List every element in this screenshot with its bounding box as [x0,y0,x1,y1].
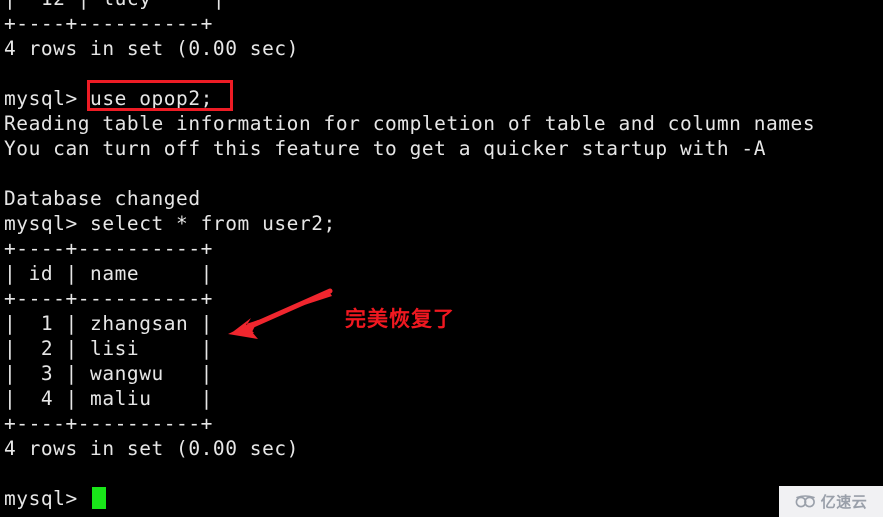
terminal-line: +----+----------+ [4,12,213,35]
terminal-line: 4 rows in set (0.00 sec) [4,37,299,60]
annotation-note-text: 完美恢复了 [345,307,455,331]
terminal-screen: | 12 | lucy | +----+----------+ 4 rows i… [4,0,883,511]
terminal-line-database-changed: Database changed [4,187,201,210]
terminal-line: Reading table information for completion… [4,112,816,135]
table-row: | 3 | wangwu | [4,362,213,385]
table-border-top: +----+----------+ [4,237,213,260]
terminal-line-command-use: mysql> use opop2; [4,87,213,110]
table-border-bottom: +----+----------+ [4,412,213,435]
table-row: | 2 | lisi | [4,337,213,360]
terminal-line-status: 4 rows in set (0.00 sec) [4,437,299,460]
watermark: 亿速云 [779,486,883,517]
text-cursor [92,487,107,509]
cloud-icon [795,494,815,507]
terminal-line: You can turn off this feature to get a q… [4,137,766,160]
watermark-label: 亿速云 [820,493,868,511]
terminal-prompt-line[interactable]: mysql> [4,486,883,511]
table-header-row: | id | name | [4,262,213,285]
terminal-line-command-select: mysql> select * from user2; [4,212,336,235]
prompt-label: mysql> [4,487,91,510]
terminal-line: | 12 | lucy | [4,0,883,11]
terminal-window[interactable]: | 12 | lucy | +----+----------+ 4 rows i… [0,0,883,517]
table-row: | 4 | maliu | [4,387,213,410]
